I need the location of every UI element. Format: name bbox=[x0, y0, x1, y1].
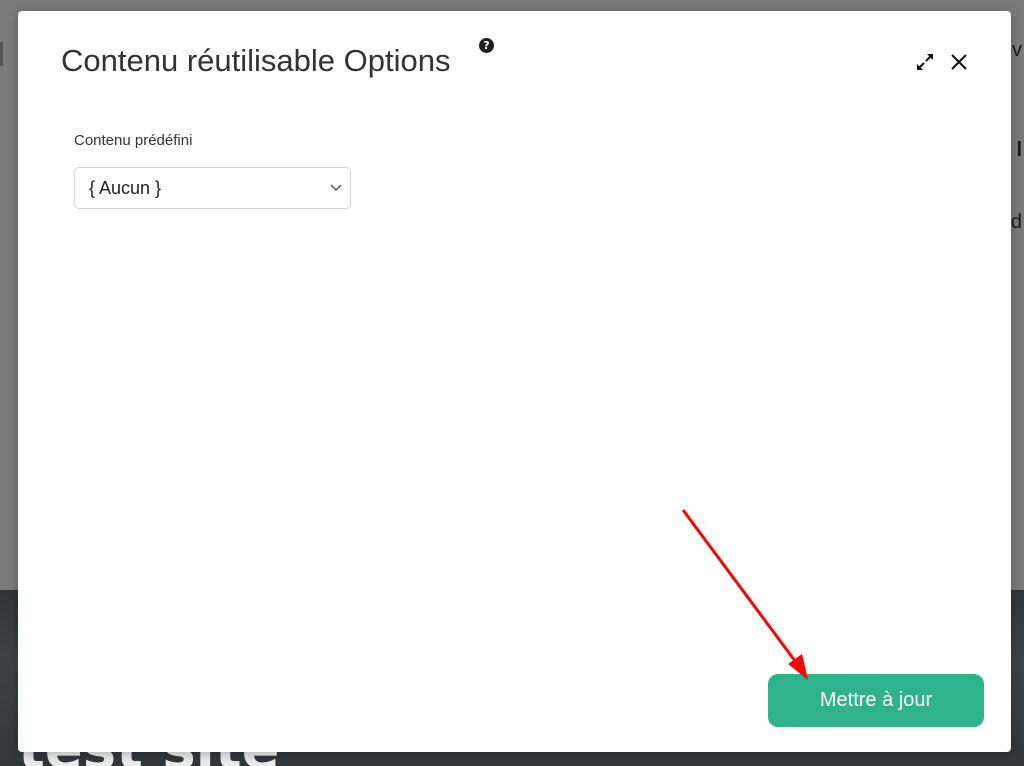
expand-arrows-icon[interactable] bbox=[914, 51, 936, 73]
question-circle-icon[interactable]: ? bbox=[479, 38, 494, 53]
background-tab-edge bbox=[0, 42, 3, 66]
predefined-content-label: Contenu prédéfini bbox=[74, 132, 193, 149]
select-value: { Aucun } bbox=[89, 178, 162, 198]
background-edge-text: v bbox=[1012, 39, 1022, 61]
close-icon[interactable] bbox=[948, 51, 970, 73]
reusable-content-options-dialog: Contenu réutilisable Options ? Contenu p… bbox=[18, 11, 1011, 752]
update-button[interactable]: Mettre à jour bbox=[768, 674, 984, 727]
background-edge-text: l bbox=[1016, 139, 1022, 161]
dialog-title: Contenu réutilisable Options bbox=[61, 43, 451, 78]
background-edge-text: d bbox=[1010, 211, 1022, 233]
chevron-down-icon bbox=[330, 184, 342, 191]
predefined-content-select[interactable]: { Aucun } bbox=[74, 167, 351, 209]
